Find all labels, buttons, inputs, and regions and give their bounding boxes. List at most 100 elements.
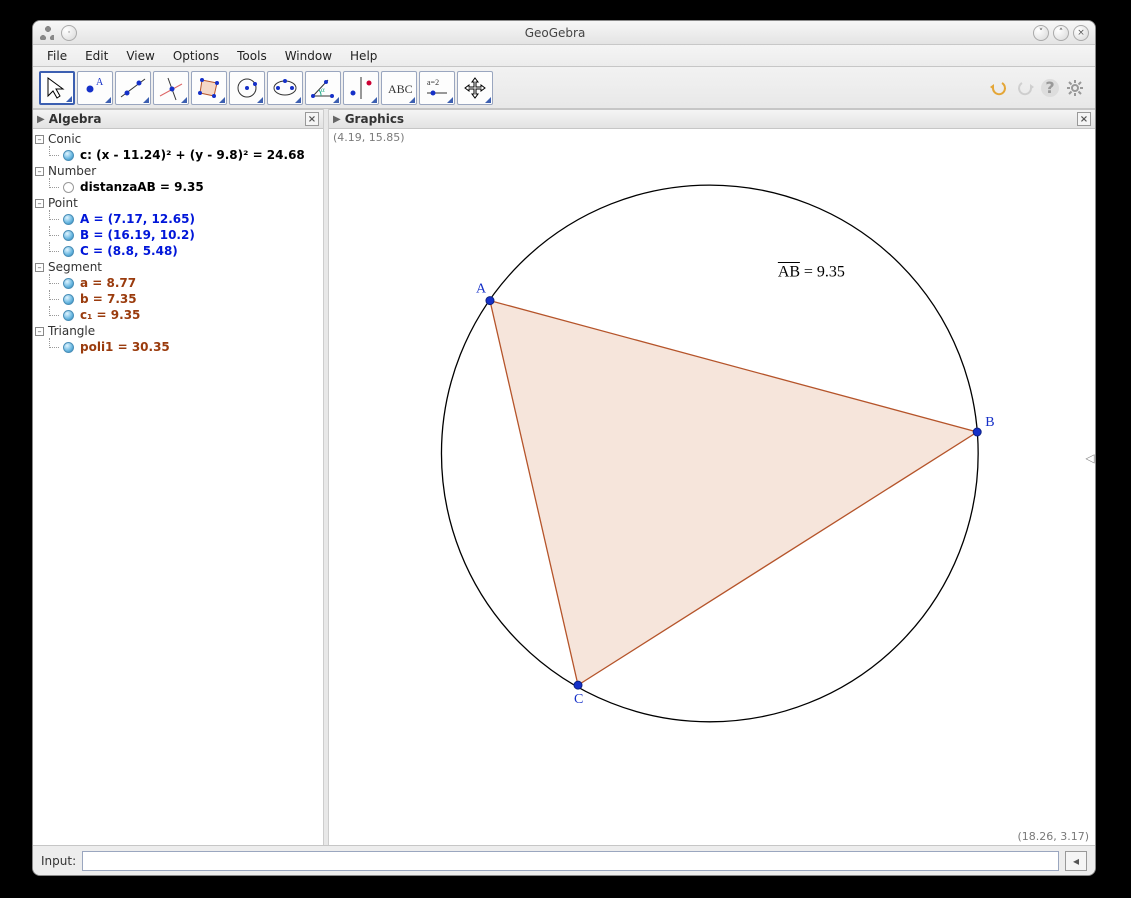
tree-leaf-distanzaab[interactable]: distanzaAB = 9.35 <box>35 179 321 195</box>
help-icon[interactable]: ? <box>1041 79 1059 97</box>
dropdown-icon <box>485 97 491 103</box>
dropdown-icon <box>295 97 301 103</box>
tool-circle[interactable] <box>229 71 265 105</box>
minimize-button[interactable]: ˅ <box>1033 25 1049 41</box>
menu-options[interactable]: Options <box>165 47 227 65</box>
menu-edit[interactable]: Edit <box>77 47 116 65</box>
dropdown-icon <box>143 97 149 103</box>
svg-text:B: B <box>985 415 994 430</box>
graphics-panel-header[interactable]: ▶ Graphics × <box>329 109 1095 129</box>
visibility-toggle-icon[interactable] <box>63 182 74 193</box>
dropdown-icon <box>371 97 377 103</box>
dropdown-icon <box>219 97 225 103</box>
tool-bar: A α ABC <box>33 67 1095 109</box>
visibility-toggle-icon[interactable] <box>63 278 74 289</box>
tree-leaf-c-point[interactable]: C = (8.8, 5.48) <box>35 243 321 259</box>
collapse-icon: – <box>35 135 44 144</box>
redo-button[interactable] <box>1015 78 1035 98</box>
tree-leaf-c[interactable]: c: (x - 11.24)² + (y - 9.8)² = 24.68 <box>35 147 321 163</box>
coordinates-bottom-right: (18.26, 3.17) <box>1017 830 1089 843</box>
visibility-toggle-icon[interactable] <box>63 246 74 257</box>
visibility-toggle-icon[interactable] <box>63 342 74 353</box>
tree-branch-icon <box>45 244 63 258</box>
settings-icon[interactable] <box>1065 78 1085 98</box>
tool-point[interactable]: A <box>77 71 113 105</box>
close-window-button[interactable]: × <box>1073 25 1089 41</box>
menu-help[interactable]: Help <box>342 47 385 65</box>
command-input[interactable] <box>82 851 1059 871</box>
tree-leaf-seg-c1[interactable]: c₁ = 9.35 <box>35 307 321 323</box>
undo-button[interactable] <box>989 78 1009 98</box>
menu-tools[interactable]: Tools <box>229 47 275 65</box>
visibility-toggle-icon[interactable] <box>63 214 74 225</box>
svg-text:α: α <box>321 86 325 94</box>
dropdown-icon <box>333 97 339 103</box>
tree-leaf-poli1[interactable]: poli1 = 30.35 <box>35 339 321 355</box>
title-bar: · GeoGebra ˅ ˄ × <box>33 21 1095 45</box>
dropdown-icon <box>257 97 263 103</box>
menu-window[interactable]: Window <box>277 47 340 65</box>
visibility-toggle-icon[interactable] <box>63 230 74 241</box>
tree-branch-icon <box>45 148 63 162</box>
svg-text:C: C <box>574 692 583 707</box>
tool-move-view[interactable] <box>457 71 493 105</box>
tool-line[interactable] <box>115 71 151 105</box>
tool-ellipse[interactable] <box>267 71 303 105</box>
tree-leaf-seg-a[interactable]: a = 8.77 <box>35 275 321 291</box>
dropdown-icon <box>409 97 415 103</box>
window-title: GeoGebra <box>83 26 1027 40</box>
algebra-tree: – Conic c: (x - 11.24)² + (y - 9.8)² = 2… <box>33 129 323 845</box>
menu-file[interactable]: File <box>39 47 75 65</box>
svg-text:ABC: ABC <box>388 82 413 96</box>
tree-category-segment[interactable]: – Segment <box>35 259 321 275</box>
tool-reflect[interactable] <box>343 71 379 105</box>
svg-text:a=2: a=2 <box>427 78 439 87</box>
dropdown-icon <box>447 97 453 103</box>
tree-category-number[interactable]: – Number <box>35 163 321 179</box>
collapse-icon: – <box>35 199 44 208</box>
window-menu-button[interactable]: · <box>61 25 77 41</box>
tree-category-point[interactable]: – Point <box>35 195 321 211</box>
maximize-button[interactable]: ˄ <box>1053 25 1069 41</box>
tree-branch-icon <box>45 276 63 290</box>
collapse-icon: – <box>35 167 44 176</box>
panel-toggle-icon: ▶ <box>37 114 45 125</box>
app-logo-icon <box>39 25 55 41</box>
collapse-icon: – <box>35 327 44 336</box>
construction-svg: ABCAB = 9.35 <box>329 129 1089 809</box>
graphics-canvas[interactable]: (4.19, 15.85) (18.26, 3.17) ◁ ABCAB = 9.… <box>329 129 1095 845</box>
tool-perpendicular[interactable] <box>153 71 189 105</box>
input-history-button[interactable]: ◂ <box>1065 851 1087 871</box>
algebra-panel-header[interactable]: ▶ Algebra × <box>33 109 323 129</box>
input-label: Input: <box>41 854 76 868</box>
tool-text[interactable]: ABC <box>381 71 417 105</box>
tree-leaf-seg-b[interactable]: b = 7.35 <box>35 291 321 307</box>
tree-branch-icon <box>45 292 63 306</box>
tool-angle[interactable]: α <box>305 71 341 105</box>
tool-polygon[interactable] <box>191 71 227 105</box>
tree-branch-icon <box>45 228 63 242</box>
tree-branch-icon <box>45 212 63 226</box>
menu-view[interactable]: View <box>118 47 162 65</box>
dropdown-icon <box>181 97 187 103</box>
tree-branch-icon <box>45 340 63 354</box>
algebra-close-button[interactable]: × <box>305 112 319 126</box>
tree-leaf-a[interactable]: A = (7.17, 12.65) <box>35 211 321 227</box>
visibility-toggle-icon[interactable] <box>63 294 74 305</box>
collapse-icon: – <box>35 263 44 272</box>
input-bar: Input: ◂ <box>33 845 1095 875</box>
algebra-panel: ▶ Algebra × – Conic c: (x - 11.24)² + (y… <box>33 109 323 845</box>
svg-text:A: A <box>476 282 487 297</box>
tree-category-conic[interactable]: – Conic <box>35 131 321 147</box>
tree-category-triangle[interactable]: – Triangle <box>35 323 321 339</box>
visibility-toggle-icon[interactable] <box>63 150 74 161</box>
tree-leaf-b[interactable]: B = (16.19, 10.2) <box>35 227 321 243</box>
app-window: · GeoGebra ˅ ˄ × File Edit View Options … <box>32 20 1096 876</box>
tool-slider[interactable]: a=2 <box>419 71 455 105</box>
svg-text:AB: AB <box>778 263 800 280</box>
dropdown-icon <box>66 96 72 102</box>
tree-branch-icon <box>45 308 63 322</box>
graphics-close-button[interactable]: × <box>1077 112 1091 126</box>
visibility-toggle-icon[interactable] <box>63 310 74 321</box>
tool-move[interactable] <box>39 71 75 105</box>
